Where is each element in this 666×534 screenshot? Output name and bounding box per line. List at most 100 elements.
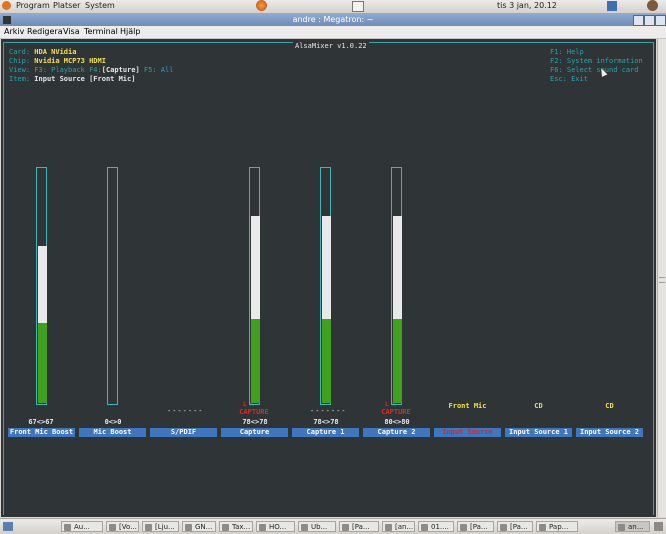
volume-bar-front-mic-boost[interactable] [36, 167, 47, 405]
volume-fill-white [393, 216, 402, 319]
taskbar-button[interactable]: HO... [256, 521, 295, 532]
alsamixer-title: AlsaMixer v1.0.22 [293, 42, 369, 50]
channel-label-input-source-1[interactable]: Input Source 1 [505, 428, 572, 437]
view-f4-value[interactable]: [Capture] [102, 66, 140, 74]
terminal-scrollbar[interactable] [657, 39, 666, 517]
help-f1: F1: Help [550, 48, 584, 56]
view-label: View: [9, 66, 31, 74]
taskbar-button[interactable]: Au... [61, 521, 103, 532]
menu-hjalp[interactable]: Hjälp [120, 27, 140, 36]
channel-label-capture-1[interactable]: Capture 1 [292, 428, 359, 437]
input-source-value[interactable]: Front Mic [434, 402, 501, 410]
taskbar-button[interactable]: [an... [382, 521, 415, 532]
app-icon [259, 524, 266, 531]
app-icon [145, 524, 152, 531]
menu-system[interactable]: System [85, 1, 115, 10]
taskbar-button[interactable]: GN... [182, 521, 216, 532]
taskbar-button-label: [Pa... [510, 523, 528, 531]
notes-icon[interactable] [352, 1, 364, 12]
volume-fill-white [38, 246, 47, 323]
show-desktop-icon[interactable] [3, 522, 13, 531]
channel-label-mic-boost[interactable]: Mic Boost [79, 428, 146, 437]
menu-platser[interactable]: Platser [53, 1, 80, 10]
view-f4-key[interactable]: F4: [89, 66, 102, 74]
taskbar-button-label: Ub... [311, 523, 328, 531]
scrollbar-grip[interactable] [659, 277, 665, 283]
level-capture-2: 80<>80 [384, 418, 410, 426]
spdif-dots: ------- [167, 407, 204, 415]
taskbar-button[interactable]: 01.... [418, 521, 454, 532]
taskbar-button-label: GN... [195, 523, 213, 531]
firefox-icon[interactable] [256, 0, 267, 11]
volume-fill-green [322, 319, 331, 403]
taskbar-button[interactable]: [Pa... [457, 521, 494, 532]
volume-fill-white [251, 216, 260, 319]
clock[interactable]: tis 3 jan, 20.12 [497, 1, 557, 10]
window-title: andre : Megatron: ~ [292, 15, 374, 24]
close-button[interactable] [655, 15, 666, 26]
view-f3[interactable]: F3: Playback [34, 66, 85, 74]
trash-icon[interactable] [654, 522, 663, 531]
channel-label-input-source[interactable]: Input Source [434, 428, 501, 437]
volume-bar-capture-2[interactable] [391, 167, 402, 405]
volume-fill-green [38, 323, 47, 403]
volume-bar-capture[interactable] [249, 167, 260, 405]
taskbar-button[interactable]: Pap... [536, 521, 578, 532]
channel-label-spdif[interactable]: S/PDIF [150, 428, 217, 437]
taskbar-button-label: Pap... [549, 523, 569, 531]
ubuntu-logo-icon[interactable] [2, 1, 11, 10]
taskbar-button-label: HO... [269, 523, 287, 531]
taskbar-button-label: an... [628, 523, 644, 531]
app-icon [385, 524, 392, 531]
item-value: Input Source [Front Mic] [34, 75, 136, 83]
menu-terminal[interactable]: Terminal [84, 27, 118, 36]
capture-indicator-capture[interactable]: CAPTURE [231, 408, 277, 416]
menubar: Arkiv Redigera Visa Terminal Hjälp [0, 26, 666, 39]
channel-label-front-mic-boost[interactable]: Front Mic Boost [8, 428, 75, 437]
terminal-window-icon[interactable] [3, 16, 11, 24]
capture-indicator-capture-2[interactable]: CAPTURE [373, 408, 419, 416]
taskbar-button-label: 01.... [431, 523, 449, 531]
app-icon [539, 524, 546, 531]
card-label: Card: [9, 48, 31, 56]
terminal-area[interactable]: AlsaMixer v1.0.22 Card: HDA NVidia Chip:… [1, 39, 656, 517]
menu-arkiv[interactable]: Arkiv [4, 27, 24, 36]
view-f5[interactable]: F5: All [144, 66, 174, 74]
input-source-2-value[interactable]: CD [576, 402, 643, 410]
menu-visa[interactable]: Visa [63, 27, 80, 36]
taskbar-button[interactable]: [Lju... [142, 521, 179, 532]
taskbar-button[interactable]: an... [615, 521, 650, 532]
menu-redigera[interactable]: Redigera [27, 27, 63, 36]
app-icon [460, 524, 467, 531]
level-front-mic-boost: 67<>67 [28, 418, 54, 426]
taskbar-button-label: Tax... [232, 523, 251, 531]
taskbar-button-label: [Pa... [352, 523, 370, 531]
volume-bar-mic-boost[interactable] [107, 167, 118, 405]
level-capture-1: 78<>78 [313, 418, 339, 426]
taskbar-button[interactable]: Ub... [298, 521, 336, 532]
channel-label-capture[interactable]: Capture [221, 428, 288, 437]
app-icon [109, 524, 116, 531]
taskbar-button-label: [Pa... [470, 523, 488, 531]
taskbar-button[interactable]: Tax... [219, 521, 253, 532]
volume-fill-green [393, 319, 402, 403]
volume-fill-green [251, 319, 260, 403]
app-icon [222, 524, 229, 531]
minimize-button[interactable] [633, 15, 644, 26]
taskbar-button[interactable]: [Pa... [339, 521, 379, 532]
maximize-button[interactable] [644, 15, 655, 26]
menu-program[interactable]: Program [16, 1, 50, 10]
item-label: Item: [9, 75, 31, 83]
power-icon[interactable] [647, 0, 658, 11]
level-capture: 78<>78 [242, 418, 268, 426]
channel-label-input-source-2[interactable]: Input Source 2 [576, 428, 643, 437]
app-icon [64, 524, 71, 531]
taskbar-button[interactable]: [Vo... [106, 521, 139, 532]
taskbar-button-label: [Vo... [119, 523, 137, 531]
volume-bar-capture-1[interactable] [320, 167, 331, 405]
taskbar-button-label: Au... [74, 523, 90, 531]
network-icon[interactable] [607, 1, 617, 11]
channel-label-capture-2[interactable]: Capture 2 [363, 428, 430, 437]
input-source-1-value[interactable]: CD [505, 402, 572, 410]
taskbar-button[interactable]: [Pa... [497, 521, 533, 532]
